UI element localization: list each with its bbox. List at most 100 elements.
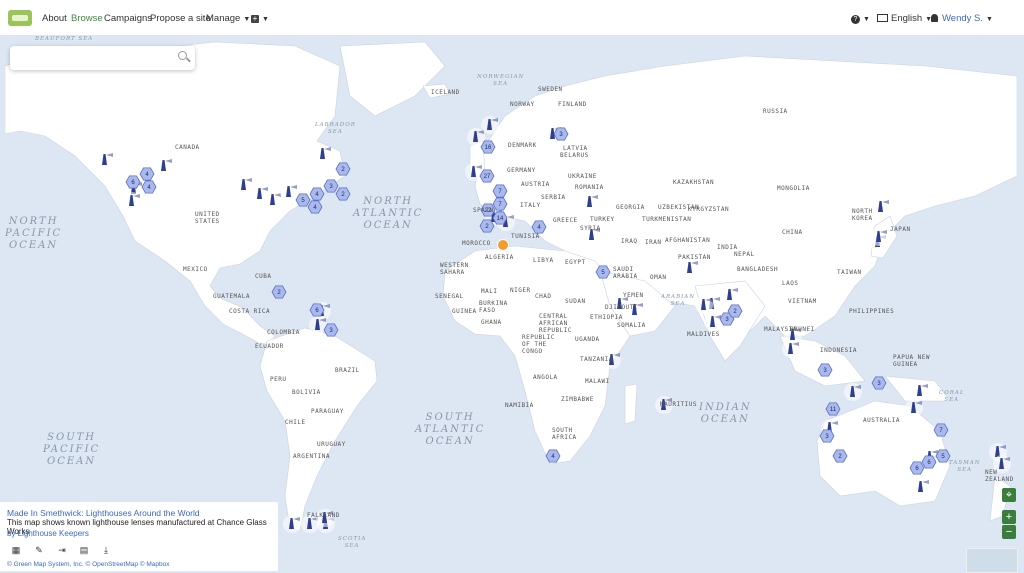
share-icon[interactable]: ⇥ (56, 544, 68, 556)
pencil-icon[interactable]: ✎ (33, 544, 45, 556)
cluster-marker[interactable]: 16 (480, 140, 496, 154)
lighthouse-icon[interactable] (872, 198, 890, 216)
cluster-marker[interactable]: 2 (832, 449, 848, 463)
cluster-marker[interactable]: 3 (553, 127, 569, 141)
cluster-marker[interactable]: 4 (531, 220, 547, 234)
layer-switcher-thumbnail[interactable] (966, 548, 1018, 573)
nav-propose-site[interactable]: Propose a site (150, 0, 211, 36)
top-navigation-bar: About Browse Campaigns Propose a site Ma… (0, 0, 1024, 36)
lighthouse-icon[interactable] (264, 191, 282, 209)
sea-label-scotia: SCOTIA SEA (338, 536, 367, 549)
lighthouse-icon[interactable] (844, 383, 862, 401)
zoom-in-button[interactable]: + (1002, 510, 1016, 524)
map-search-input[interactable] (16, 47, 180, 71)
lighthouse-icon[interactable] (481, 116, 499, 134)
cluster-marker[interactable]: 3 (871, 376, 887, 390)
lighthouse-icon[interactable] (912, 478, 930, 496)
cluster-marker[interactable]: 6 (125, 175, 141, 189)
table-icon[interactable]: ▤ (78, 544, 90, 556)
lighthouse-icon[interactable] (870, 228, 888, 246)
cluster-marker[interactable]: 4 (545, 449, 561, 463)
lighthouse-icon[interactable] (467, 128, 485, 146)
cluster-marker[interactable]: 6 (921, 455, 937, 469)
country-label: CHILE (285, 419, 306, 426)
cluster-marker[interactable]: 4 (309, 187, 325, 201)
country-label: TURKMENISTAN (642, 216, 692, 223)
nav-about[interactable]: About (42, 0, 67, 36)
lighthouse-icon[interactable] (123, 192, 141, 210)
cluster-marker[interactable]: 4 (141, 180, 157, 194)
cluster-marker[interactable]: 7 (933, 423, 949, 437)
user-menu[interactable]: Wendy S. ▼ (931, 0, 993, 36)
cluster-marker[interactable]: 5 (935, 449, 951, 463)
cluster-marker[interactable]: 7 (492, 184, 508, 198)
locate-icon[interactable]: ⌖ (1002, 488, 1016, 502)
cluster-marker[interactable]: 11 (825, 402, 841, 416)
cluster-marker[interactable]: 2 (335, 187, 351, 201)
ocean-label-north-pacific: NORTH PACIFIC OCEAN (5, 216, 63, 251)
cluster-marker[interactable]: 2 (727, 304, 743, 318)
country-label: NIGER (510, 287, 531, 294)
lighthouse-icon[interactable] (235, 176, 253, 194)
cluster-marker[interactable]: 3 (817, 363, 833, 377)
country-label: MEXICO (183, 266, 208, 273)
country-label: SUDAN (565, 298, 586, 305)
lighthouse-icon[interactable] (280, 183, 298, 201)
country-label: VIETNAM (788, 298, 817, 305)
lighthouse-icon[interactable] (681, 259, 699, 277)
lighthouse-icon[interactable] (283, 515, 301, 533)
ocean-label-south-atlantic: SOUTH ATLANTIC OCEAN (415, 412, 486, 447)
nav-campaigns[interactable]: Campaigns (104, 0, 152, 36)
cluster-marker[interactable]: 2 (479, 219, 495, 233)
map-author-link[interactable]: by Lighthouse Keepers (7, 529, 89, 538)
cluster-marker[interactable]: 5 (295, 193, 311, 207)
lighthouse-icon[interactable] (465, 163, 483, 181)
zoom-out-button[interactable]: − (1002, 525, 1016, 539)
user-name: Wendy S. (942, 13, 984, 24)
cluster-marker[interactable]: 14 (492, 211, 508, 225)
country-label: PAPUA NEW GUINEA (893, 354, 931, 368)
nav-manage[interactable]: Manage ▼ (206, 0, 250, 36)
country-label: RUSSIA (763, 108, 788, 115)
cluster-marker[interactable]: 2 (271, 285, 287, 299)
cluster-marker[interactable]: 5 (595, 265, 611, 279)
lighthouse-icon[interactable] (155, 157, 173, 175)
lighthouse-icon[interactable] (782, 340, 800, 358)
country-label: LATVIA (563, 145, 588, 152)
grid-icon[interactable]: ▦ (10, 544, 22, 556)
search-icon[interactable] (178, 51, 187, 60)
lighthouse-icon[interactable] (911, 382, 929, 400)
country-label: ECUADOR (255, 343, 284, 350)
country-label: URUGUAY (317, 441, 346, 448)
cluster-marker[interactable]: 3 (819, 429, 835, 443)
map-title[interactable]: Made In Smethwick: Lighthouses Around th… (7, 508, 200, 518)
lighthouse-icon[interactable] (905, 399, 923, 417)
map-search-box[interactable] (10, 46, 195, 71)
country-label: BOLIVIA (292, 389, 321, 396)
cluster-marker[interactable]: 27 (479, 169, 495, 183)
lighthouse-icon[interactable] (96, 151, 114, 169)
download-icon[interactable]: ⤓ (100, 544, 112, 556)
cluster-marker[interactable]: 4 (307, 200, 323, 214)
cluster-marker[interactable]: 2 (335, 162, 351, 176)
cluster-marker[interactable]: 6 (309, 303, 325, 317)
country-label: NORWAY (510, 101, 535, 108)
lighthouse-icon[interactable] (314, 145, 332, 163)
cluster-marker[interactable]: 4 (139, 167, 155, 181)
selected-location-marker[interactable] (497, 239, 509, 251)
map-attribution[interactable]: © Green Map System, Inc. © OpenStreetMap… (7, 561, 170, 568)
nav-browse[interactable]: Browse (71, 0, 103, 36)
cluster-marker[interactable]: 3 (323, 323, 339, 337)
world-map[interactable]: 6 4 27 16 22 14 7 2 7 5 2 3 4 4 4 3 2 4 5 6 2 3 3 2 3 3 11 3 7 5 6 6 2 4 … (5, 36, 1017, 571)
greenmap-logo[interactable] (8, 10, 32, 26)
lighthouse-icon[interactable] (704, 313, 722, 331)
cluster-marker[interactable]: 7 (492, 197, 508, 211)
lighthouse-icon[interactable] (695, 296, 713, 314)
lighthouse-icon[interactable] (721, 286, 739, 304)
help-menu[interactable]: ? ▼ (851, 0, 870, 36)
cluster-marker[interactable]: 3 (323, 179, 339, 193)
add-menu[interactable]: + ▼ (251, 0, 269, 36)
language-menu[interactable]: English ▼ (877, 0, 932, 36)
lighthouse-icon[interactable] (581, 193, 599, 211)
cluster-marker[interactable]: 6 (909, 461, 925, 475)
